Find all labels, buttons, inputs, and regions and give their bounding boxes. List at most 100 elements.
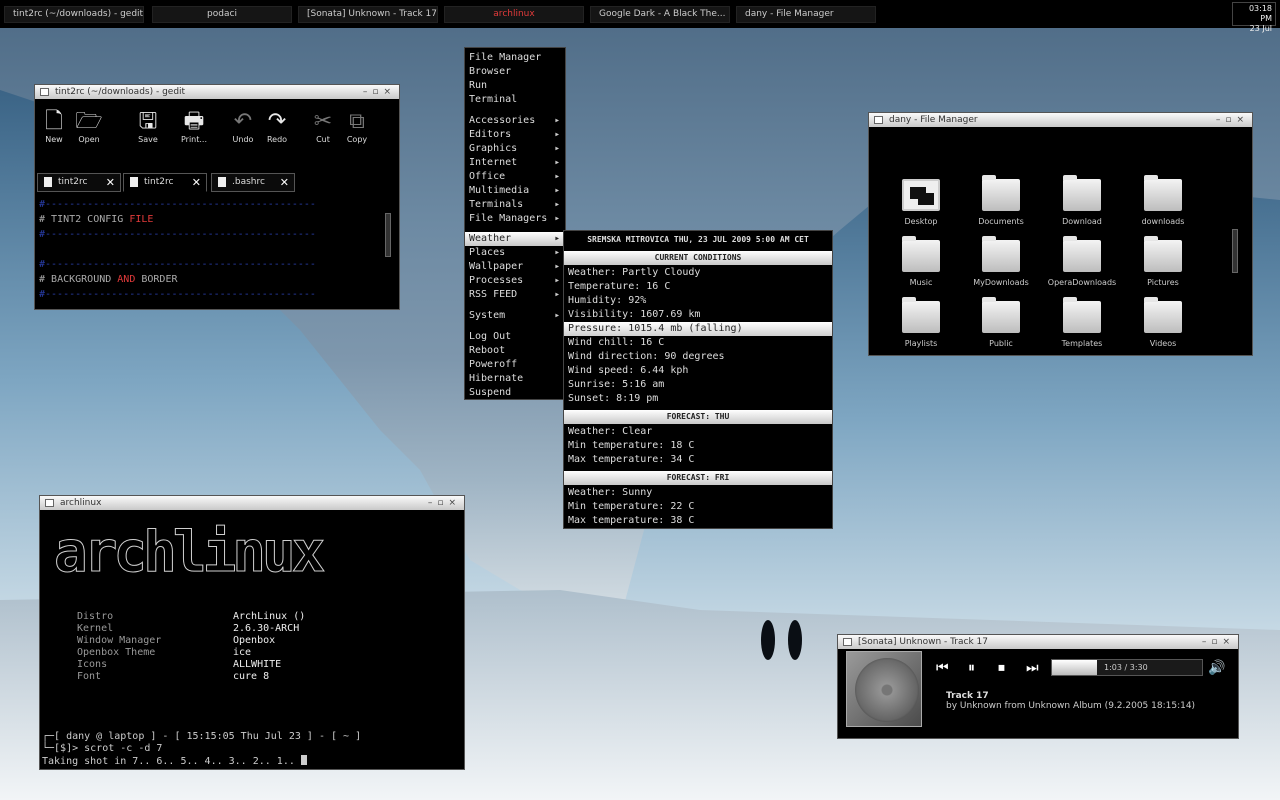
menu-item-accessories[interactable]: Accessories ▶	[465, 114, 565, 128]
menu-item-log-out[interactable]: Log Out	[465, 330, 565, 344]
weather-row[interactable]: Pressure: 1015.4 mb (falling)	[564, 322, 832, 336]
menu-item-wallpaper[interactable]: Wallpaper ▶	[465, 260, 565, 274]
folder-templates[interactable]: Templates	[1042, 297, 1122, 348]
weather-row[interactable]: Weather: Partly Cloudy	[564, 266, 832, 280]
stop-button[interactable]: ⏹	[998, 661, 1005, 675]
weather-row[interactable]: Min temperature: 22 C	[564, 500, 832, 514]
submenu-arrow-icon: ▶	[555, 277, 559, 284]
gedit-titlebar[interactable]: tint2rc (~/downloads) - gedit –▫×	[35, 85, 399, 99]
clock[interactable]: 03:18 PM 23 Jul	[1232, 2, 1276, 33]
menu-item-rss-feed[interactable]: RSS FEED ▶	[465, 288, 565, 302]
weather-row[interactable]: Max temperature: 34 C	[564, 453, 832, 467]
menu-item-reboot[interactable]: Reboot	[465, 344, 565, 358]
menu-item-editors[interactable]: Editors ▶	[465, 128, 565, 142]
menu-item-poweroff[interactable]: Poweroff	[465, 358, 565, 372]
weather-row[interactable]: Wind direction: 90 degrees	[564, 350, 832, 364]
taskbar-item-archlinux[interactable]: archlinux	[444, 6, 584, 23]
menu-item-file-managers[interactable]: File Managers ▶	[465, 212, 565, 226]
new-button[interactable]: 🗋 New	[37, 109, 71, 144]
window-controls[interactable]: –▫×	[1216, 113, 1249, 127]
gedit-window: tint2rc (~/downloads) - gedit –▫× 🗋 New 🗁…	[34, 84, 400, 310]
previous-button[interactable]: ⏮	[936, 661, 949, 675]
weather-row[interactable]: Humidity: 92%	[564, 294, 832, 308]
menu-item-terminals[interactable]: Terminals ▶	[465, 198, 565, 212]
close-tab-icon[interactable]: ✕	[280, 174, 289, 191]
taskbar-item-podaci[interactable]: podaci	[152, 6, 292, 23]
folder-icon	[982, 175, 1020, 211]
taskbar-item-gedit[interactable]: tint2rc (~/downloads) - gedit	[4, 6, 144, 23]
album-art[interactable]	[846, 651, 922, 727]
folder-videos[interactable]: Videos	[1123, 297, 1203, 348]
taskbar-item-sonata[interactable]: [Sonata] Unknown - Track 17	[298, 6, 438, 23]
window-controls[interactable]: –▫×	[428, 496, 461, 510]
menu-item-suspend[interactable]: Suspend	[465, 386, 565, 400]
menu-item-system[interactable]: System ▶	[465, 309, 565, 323]
copy-button[interactable]: ⧉ Copy	[340, 109, 374, 144]
volume-button[interactable]: 🔊	[1208, 661, 1225, 675]
file-manager-scrollbar[interactable]	[1232, 229, 1238, 273]
gedit-scrollbar[interactable]	[385, 213, 391, 257]
folder-icon	[1063, 236, 1101, 272]
print-button[interactable]: 🖶 Print...	[177, 109, 211, 144]
tab-tint2rc-1[interactable]: tint2rc ✕	[37, 173, 121, 192]
folder-music[interactable]: Music	[881, 236, 961, 287]
weather-row[interactable]: Visibility: 1607.69 km	[564, 308, 832, 322]
weather-row[interactable]: Weather: Sunny	[564, 486, 832, 500]
menu-item-run[interactable]: Run	[465, 79, 565, 93]
file-manager-titlebar[interactable]: dany - File Manager –▫×	[869, 113, 1252, 127]
folder-mydownloads[interactable]: MyDownloads	[961, 236, 1041, 287]
folder-download[interactable]: Download	[1042, 175, 1122, 226]
close-tab-icon[interactable]: ✕	[106, 174, 115, 191]
redo-button[interactable]: ↷ Redo	[260, 109, 294, 144]
menu-item-weather[interactable]: Weather ▶	[465, 232, 565, 246]
folder-playlists[interactable]: Playlists	[881, 297, 961, 348]
terminal-titlebar[interactable]: archlinux –▫×	[40, 496, 464, 510]
open-button[interactable]: 🗁 Open	[72, 109, 106, 144]
weather-row[interactable]: Wind speed: 6.44 kph	[564, 364, 832, 378]
next-button[interactable]: ⏭	[1026, 661, 1039, 675]
window-controls[interactable]: –▫×	[363, 85, 396, 99]
menu-item-places[interactable]: Places ▶	[465, 246, 565, 260]
pause-button[interactable]: ⏸	[968, 661, 975, 675]
folder-operadownloads[interactable]: OperaDownloads	[1042, 236, 1122, 287]
menu-item-internet[interactable]: Internet ▶	[465, 156, 565, 170]
folder-icon	[902, 236, 940, 272]
weather-row[interactable]: Max temperature: 38 C	[564, 514, 832, 528]
tab-tint2rc-2[interactable]: tint2rc ✕	[123, 173, 207, 192]
menu-item-terminal[interactable]: Terminal	[465, 93, 565, 107]
command-line[interactable]: └─[$]> scrot -c -d 7	[42, 743, 162, 755]
folder-pictures[interactable]: Pictures	[1123, 236, 1203, 287]
cut-button[interactable]: ✂ Cut	[306, 109, 340, 144]
scissors-icon: ✂	[313, 109, 333, 134]
undo-button[interactable]: ↶ Undo	[226, 109, 260, 144]
weather-row[interactable]: Sunset: 8:19 pm	[564, 392, 832, 406]
menu-item-hibernate[interactable]: Hibernate	[465, 372, 565, 386]
folder-public[interactable]: Public	[961, 297, 1041, 348]
gedit-text-area[interactable]: #---------------------------------------…	[39, 197, 379, 302]
folder-downloads[interactable]: downloads	[1123, 175, 1203, 226]
window-controls[interactable]: –▫×	[1202, 635, 1235, 649]
menu-item-processes[interactable]: Processes ▶	[465, 274, 565, 288]
taskbar-item-file-manager[interactable]: dany - File Manager	[736, 6, 876, 23]
weather-row[interactable]: Wind chill: 16 C	[564, 336, 832, 350]
folder-documents[interactable]: Documents	[961, 175, 1041, 226]
close-tab-icon[interactable]: ✕	[192, 174, 201, 191]
track-progress-bar[interactable]: 1:03 / 3:30	[1051, 659, 1203, 676]
tab-bashrc[interactable]: .bashrc ✕	[211, 173, 295, 192]
taskbar-item-browser[interactable]: Google Dark - A Black The...	[590, 6, 730, 23]
menu-item-browser[interactable]: Browser	[465, 65, 565, 79]
folder-desktop[interactable]: Desktop	[881, 179, 961, 226]
output-line[interactable]: Taking shot in 7.. 6.. 5.. 4.. 3.. 2.. 1…	[42, 755, 307, 767]
save-button[interactable]: 🖫 Save	[131, 109, 165, 144]
menu-item-multimedia[interactable]: Multimedia ▶	[465, 184, 565, 198]
weather-row[interactable]: Weather: Clear	[564, 425, 832, 439]
weather-row[interactable]: Min temperature: 18 C	[564, 439, 832, 453]
weather-row[interactable]: Sunrise: 5:16 am	[564, 378, 832, 392]
menu-item-file-manager[interactable]: File Manager	[465, 51, 565, 65]
folder-icon	[982, 297, 1020, 333]
menu-item-office[interactable]: Office ▶	[465, 170, 565, 184]
menu-item-graphics[interactable]: Graphics ▶	[465, 142, 565, 156]
sonata-titlebar[interactable]: [Sonata] Unknown - Track 17 –▫×	[838, 635, 1238, 649]
code-line: # TINT2 CONFIG FILE	[39, 214, 154, 225]
weather-row[interactable]: Temperature: 16 C	[564, 280, 832, 294]
